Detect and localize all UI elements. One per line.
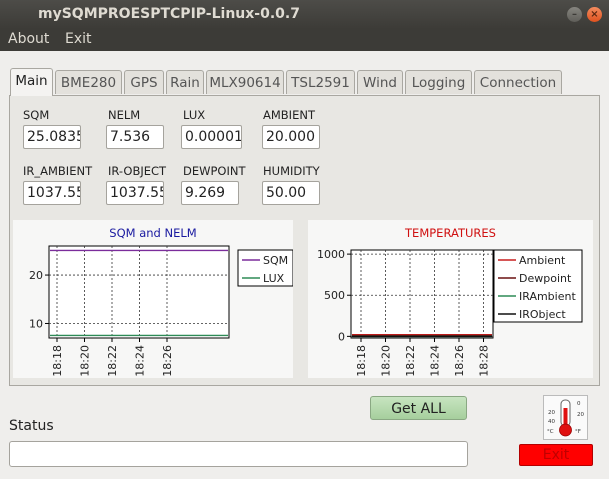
- humidity-label: HUMIDITY: [263, 164, 320, 178]
- tab-bme280[interactable]: BME280: [55, 70, 122, 94]
- thermometer-icon-graphic: 0 20 20 40 °C °F: [547, 399, 584, 437]
- tab-tsl2591[interactable]: TSL2591: [286, 70, 355, 94]
- sqm-nelm-chart-svg: SQM and NELM 18:18 18:20 18:22 18:24 18:26 10 2…: [29, 226, 294, 377]
- tab-mlx90614[interactable]: MLX90614: [206, 70, 284, 94]
- x-tick-label: 18:20: [380, 345, 393, 377]
- legend-label: SQM: [263, 254, 288, 267]
- temperatures-chart: TEMPERATURES 18:18 18:20 18:22 18:24 18:26 18:…: [308, 220, 593, 378]
- tab-wind[interactable]: Wind: [357, 70, 403, 94]
- tab-rain[interactable]: Rain: [166, 70, 204, 94]
- tab-connection[interactable]: Connection: [474, 70, 562, 94]
- ambient-label: AMBIENT: [263, 108, 315, 122]
- ambient-field[interactable]: 20.000: [262, 125, 320, 149]
- y-tick-label: 10: [29, 317, 43, 330]
- title-bar: mySQMPROESPTCPIP-Linux-0.0.7 – ×: [0, 0, 609, 29]
- legend-label: Ambient: [519, 254, 566, 267]
- temperatures-chart-svg: TEMPERATURES 18:18 18:20 18:22 18:24 18:26 18:…: [317, 226, 583, 377]
- y-tick-label: 500: [324, 289, 345, 302]
- main-panel: SQM 25.0835 NELM 7.536 LUX 0.00001 AMBIE…: [9, 95, 600, 386]
- close-window-button[interactable]: ×: [587, 7, 602, 22]
- sqm-nelm-chart: SQM and NELM 18:18 18:20 18:22 18:24 18:26 10 2…: [13, 220, 294, 378]
- sqm-field[interactable]: 25.0835: [23, 125, 81, 149]
- menu-bar: About Exit: [0, 29, 609, 51]
- tab-gps[interactable]: GPS: [124, 70, 164, 94]
- x-tick-label: 18:18: [51, 345, 64, 377]
- tab-logging[interactable]: Logging: [405, 70, 472, 94]
- thermometer-icon[interactable]: 0 20 20 40 °C °F: [543, 395, 588, 440]
- chart-title: SQM and NELM: [109, 226, 196, 240]
- lux-label: LUX: [183, 108, 206, 122]
- y-tick-label: 20: [29, 269, 43, 282]
- minimize-button[interactable]: –: [567, 7, 582, 22]
- dewpoint-field[interactable]: 9.269: [181, 181, 239, 205]
- x-tick-label: 18:26: [161, 345, 174, 377]
- status-field[interactable]: [9, 441, 468, 467]
- legend-label: IRAmbient: [519, 290, 576, 303]
- plot-area: [350, 249, 494, 339]
- thermometer-scale-label: 20: [548, 410, 555, 416]
- x-tick-label: 18:22: [404, 345, 417, 377]
- chart-title: TEMPERATURES: [404, 226, 496, 240]
- legend-label: LUX: [263, 272, 285, 285]
- y-tick-label: 1000: [317, 248, 345, 261]
- tab-main[interactable]: Main: [10, 68, 53, 96]
- thermometer-scale-label: 40: [548, 419, 555, 425]
- sqm-label: SQM: [23, 108, 50, 122]
- y-tick-label: 0: [338, 330, 345, 343]
- thermometer-scale-label: 20: [577, 412, 584, 418]
- menu-about[interactable]: About: [8, 31, 49, 47]
- window-title: mySQMPROESPTCPIP-Linux-0.0.7: [38, 6, 300, 22]
- x-tick-label: 18:22: [106, 345, 119, 377]
- ir-ambient-label: IR_AMBIENT: [23, 164, 93, 178]
- nelm-field[interactable]: 7.536: [106, 125, 164, 149]
- dewpoint-label: DEWPOINT: [183, 164, 246, 178]
- thermometer-scale-label: °C: [547, 429, 554, 435]
- x-tick-label: 18:20: [79, 345, 92, 377]
- thermometer-scale-label: °F: [575, 429, 581, 435]
- status-label: Status: [9, 418, 54, 434]
- get-all-button[interactable]: Get ALL: [370, 396, 467, 420]
- x-tick-label: 18:24: [134, 345, 147, 377]
- ir-ambient-field[interactable]: 1037.55: [23, 181, 81, 205]
- nelm-label: NELM: [108, 108, 141, 122]
- x-tick-label: 18:18: [355, 345, 368, 377]
- exit-button[interactable]: Exit: [519, 444, 593, 466]
- ir-object-field[interactable]: 1037.55: [106, 181, 164, 205]
- menu-exit[interactable]: Exit: [65, 31, 92, 47]
- x-tick-label: 18:26: [453, 345, 466, 377]
- legend-label: IRObject: [519, 308, 566, 321]
- legend-label: Dewpoint: [519, 272, 572, 285]
- lux-field[interactable]: 0.00001: [181, 125, 242, 149]
- thermometer-scale-label: 0: [577, 401, 581, 407]
- ir-object-label: IR-OBJECT: [108, 164, 167, 178]
- x-tick-label: 18:24: [429, 345, 442, 377]
- humidity-field[interactable]: 50.00: [262, 181, 320, 205]
- x-tick-label: 18:28: [478, 345, 491, 377]
- plot-area: [48, 245, 230, 339]
